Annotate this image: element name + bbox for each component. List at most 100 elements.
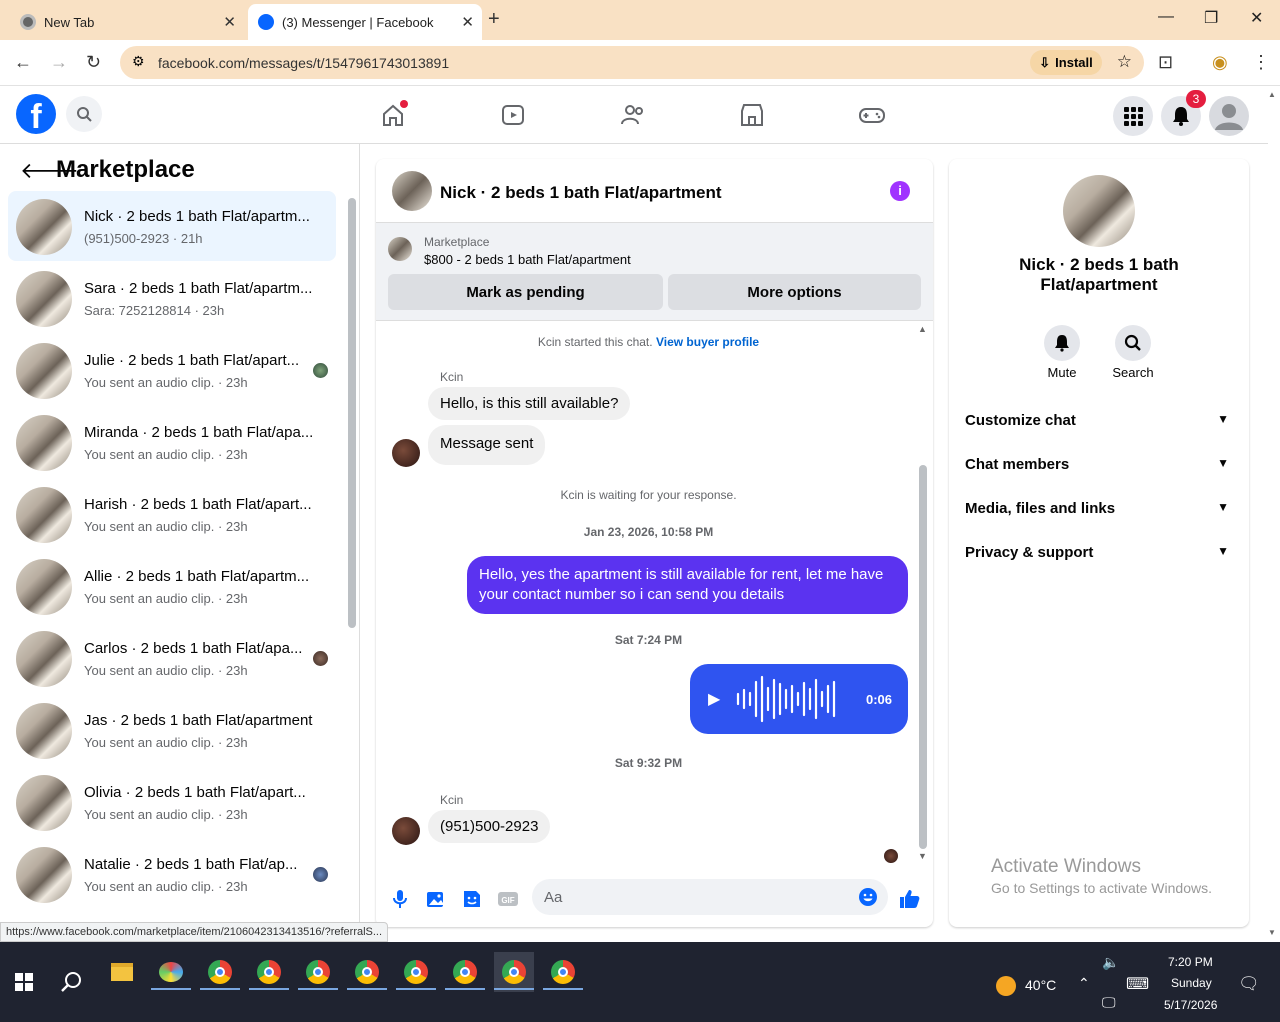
scroll-up-icon[interactable]: ▲ [918,324,927,334]
sidebar-scrollbar[interactable] [348,198,356,628]
search-button[interactable] [66,96,102,132]
microphone-icon[interactable] [388,887,412,911]
close-tab-icon[interactable]: ✕ [461,13,474,31]
sticker-icon[interactable] [460,887,484,911]
tab-new-tab[interactable]: New Tab ✕ [8,4,244,40]
reload-icon[interactable]: ↻ [86,52,101,73]
emoji-icon[interactable] [858,887,878,907]
message-bubble[interactable]: Hello, is this still available? [428,387,631,420]
url-text[interactable]: facebook.com/messages/t/1547961743013891 [158,55,449,71]
install-button[interactable]: ⇩ Install [1030,50,1102,75]
omnibox[interactable]: ⚙ facebook.com/messages/t/15479617430138… [120,46,1144,79]
activate-windows-watermark: Activate Windows Go to Settings to activ… [991,856,1212,896]
svg-text:GIF: GIF [501,896,514,905]
notification-center-icon[interactable]: 🗨 [1238,974,1260,994]
gaming-icon[interactable] [857,100,887,130]
home-icon[interactable] [378,100,408,130]
list-item[interactable]: Miranda · 2 beds 1 bath Flat/apa... You s… [8,407,336,477]
mark-pending-button[interactable]: Mark as pending [388,274,663,310]
my-message-bubble[interactable]: Hello, yes the apartment is still availa… [467,556,908,614]
facebook-logo-icon[interactable]: f [16,94,56,136]
gif-icon[interactable]: GIF [496,887,520,911]
play-icon[interactable]: ▶ [708,689,720,709]
clock-date[interactable]: 5/17/2026 [1164,998,1217,1012]
listing-thumbnail[interactable] [388,237,412,261]
close-window-icon[interactable]: ✕ [1250,8,1263,28]
taskbar-running-indicator [151,988,191,990]
volume-icon[interactable]: 🔈 [1102,954,1119,971]
paint-app-icon[interactable] [151,952,191,992]
minimize-icon[interactable]: — [1158,8,1174,26]
site-info-icon[interactable]: ⚙ [132,53,145,70]
message-input[interactable]: Aa [532,879,888,915]
media-files-links-section[interactable]: Media, files and links ▼ [965,500,1233,517]
message-bubble[interactable]: (951)500-2923 [428,810,551,843]
tab-search-icon[interactable]: ⊡ [1158,52,1173,73]
video-icon[interactable] [498,100,528,130]
mute-button[interactable] [1044,325,1080,361]
marketplace-icon[interactable] [737,100,767,130]
customize-chat-section[interactable]: Customize chat ▼ [965,412,1233,429]
list-item[interactable]: Nick · 2 beds 1 bath Flat/apartm... (951)… [8,191,336,261]
restore-icon[interactable]: ❐ [1204,8,1218,28]
view-buyer-profile-link[interactable]: View buyer profile [656,335,759,349]
chevron-up-icon[interactable]: ⌃ [1078,975,1090,992]
avatar [16,703,72,759]
thumbs-up-icon[interactable] [898,887,922,911]
chrome-icon[interactable] [347,952,387,992]
windows-start-icon[interactable] [4,962,44,1002]
list-item[interactable]: Jas · 2 beds 1 bath Flat/apartment You se… [8,695,336,765]
clock-day[interactable]: Sunday [1171,976,1212,990]
account-avatar[interactable] [1209,96,1249,136]
info-icon[interactable]: i [890,181,910,201]
page-scroll-up-icon[interactable]: ▲ [1268,90,1276,99]
chrome-icon[interactable] [249,952,289,992]
scroll-down-icon[interactable]: ▼ [918,851,927,861]
list-item[interactable]: Natalie · 2 beds 1 bath Flat/ap... You se… [8,839,336,909]
menu-grid-button[interactable] [1113,96,1153,136]
weather-sun-icon[interactable] [996,976,1016,996]
page-scroll-down-icon[interactable]: ▼ [1268,928,1276,937]
message-bubble[interactable]: Message sent [428,425,546,465]
photo-icon[interactable] [424,887,448,911]
chrome-icon[interactable] [494,952,534,992]
chrome-icon[interactable] [445,952,485,992]
keyboard-icon[interactable]: ⌨ [1126,974,1149,994]
chrome-icon[interactable] [396,952,436,992]
new-tab-icon[interactable]: + [488,8,500,31]
temperature[interactable]: 40°C [1025,977,1056,993]
chrome-icon[interactable] [200,952,240,992]
chat-title[interactable]: Nick · 2 beds 1 bath Flat/apartment [440,183,722,203]
list-item[interactable]: Allie · 2 beds 1 bath Flat/apartm... You … [8,551,336,621]
chat-members-section[interactable]: Chat members ▼ [965,456,1233,473]
avatar[interactable] [392,439,420,467]
privacy-support-section[interactable]: Privacy & support ▼ [965,544,1233,561]
close-tab-icon[interactable]: ✕ [223,13,236,31]
profile-icon[interactable]: ◉ [1212,52,1228,73]
bookmark-star-icon[interactable]: ☆ [1117,52,1132,72]
list-item[interactable]: Olivia · 2 beds 1 bath Flat/apart... You … [8,767,336,837]
avatar[interactable] [392,171,432,211]
friends-icon[interactable] [618,100,648,130]
chrome-icon[interactable] [543,952,583,992]
clock-time[interactable]: 7:20 PM [1168,955,1213,969]
forward-icon[interactable]: → [50,52,68,73]
list-item[interactable]: Julie · 2 beds 1 bath Flat/apart... You s… [8,335,336,405]
network-icon[interactable]: 🖵 [1102,994,1116,1011]
list-item[interactable]: Harish · 2 beds 1 bath Flat/apart... You … [8,479,336,549]
listing-price[interactable]: $800 - 2 beds 1 bath Flat/apartment [424,252,631,267]
avatar[interactable] [392,817,420,845]
search-in-chat-button[interactable] [1115,325,1151,361]
menu-dots-icon[interactable]: ⋮ [1252,52,1270,73]
search-icon[interactable] [52,962,92,1002]
avatar[interactable] [1063,175,1135,247]
chrome-icon[interactable] [298,952,338,992]
file-explorer-icon[interactable] [102,952,142,992]
back-icon[interactable]: ← [14,52,32,73]
audio-message[interactable]: ▶ 0:06 [690,664,908,734]
list-item[interactable]: Sara · 2 beds 1 bath Flat/apartm... Sara:… [8,263,336,333]
chat-scrollbar[interactable] [919,465,927,849]
list-item[interactable]: Carlos · 2 beds 1 bath Flat/apa... You se… [8,623,336,693]
more-options-button[interactable]: More options [668,274,921,310]
tab-messenger[interactable]: (3) Messenger | Facebook ✕ [248,4,482,40]
